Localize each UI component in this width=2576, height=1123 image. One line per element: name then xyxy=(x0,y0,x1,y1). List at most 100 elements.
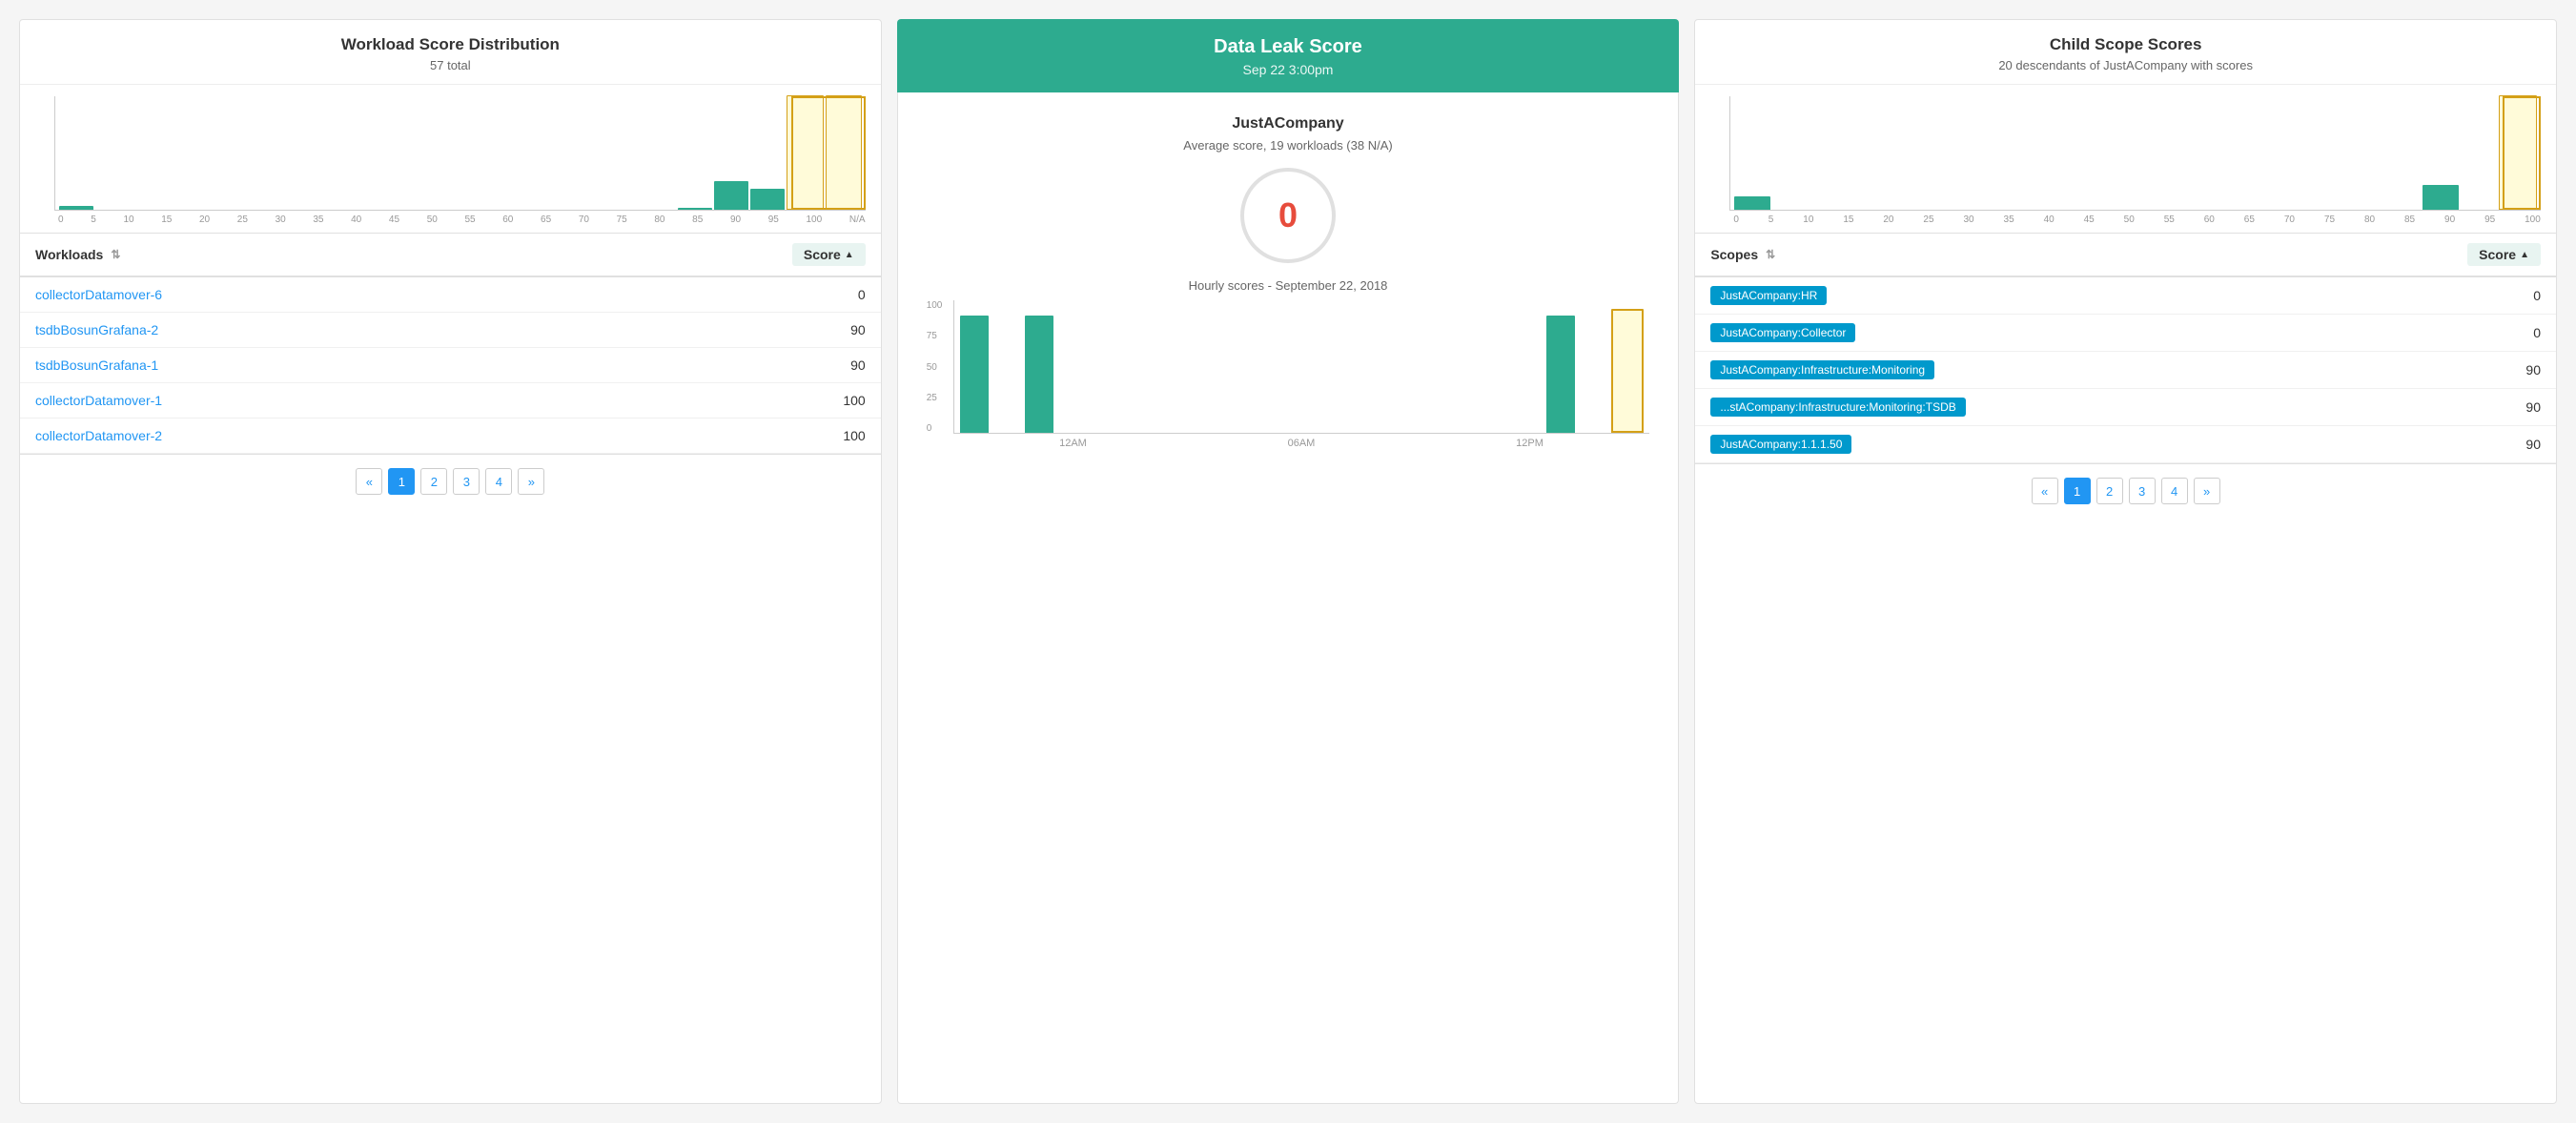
right-page-button-3[interactable]: 3 xyxy=(2129,478,2156,504)
right-dist-x-labels: 0510152025303540455055606570758085909510… xyxy=(1729,214,2541,225)
right-prev-page-button[interactable]: « xyxy=(2032,478,2058,504)
company-desc: Average score, 19 workloads (38 N/A) xyxy=(1183,138,1392,153)
scope-score: 90 xyxy=(2525,362,2541,378)
scopes-col-header[interactable]: Scopes ⇅ xyxy=(1710,247,1775,262)
dist-bar[interactable] xyxy=(750,189,785,210)
right-page-button-4[interactable]: 4 xyxy=(2161,478,2188,504)
right-next-page-button[interactable]: » xyxy=(2194,478,2220,504)
scope-table-row[interactable]: JustACompany:1.1.1.50 90 xyxy=(1695,426,2556,463)
company-name: JustACompany xyxy=(1232,115,1343,133)
hourly-y-labels: 100 75 50 25 0 xyxy=(927,300,943,434)
scope-score: 90 xyxy=(2525,399,2541,415)
hourly-bar[interactable] xyxy=(1611,309,1644,433)
right-page-button-2[interactable]: 2 xyxy=(2096,478,2123,504)
workloads-table: Workloads ⇅ Score ▲ collectorDatamover-6… xyxy=(20,233,881,454)
dist-bar[interactable] xyxy=(787,95,823,210)
scope-table-row[interactable]: ...stACompany:Infrastructure:Monitoring:… xyxy=(1695,389,2556,426)
table-row[interactable]: collectorDatamover-1 100 xyxy=(20,383,881,419)
right-score-sort-icon: ▲ xyxy=(2520,250,2529,260)
child-scope-scores-panel: Child Scope Scores 20 descendants of Jus… xyxy=(1694,19,2557,1104)
left-dist-x-labels: 0510152025303540455055606570758085909510… xyxy=(54,214,866,225)
workloads-table-header: Workloads ⇅ Score ▲ xyxy=(20,233,881,277)
hourly-bar[interactable] xyxy=(1546,316,1575,434)
scope-pill[interactable]: ...stACompany:Infrastructure:Monitoring:… xyxy=(1710,398,1965,417)
scope-pill-wrapper[interactable]: JustACompany:HR xyxy=(1710,286,1827,305)
workloads-col-header[interactable]: Workloads ⇅ xyxy=(35,247,120,262)
right-score-col-header[interactable]: Score ▲ xyxy=(2467,243,2541,266)
right-dist-bar[interactable] xyxy=(2499,95,2537,210)
middle-panel-header: Data Leak Score Sep 22 3:00pm xyxy=(897,19,1680,92)
scope-pill-wrapper[interactable]: JustACompany:Collector xyxy=(1710,323,1855,342)
score-value: 0 xyxy=(1278,195,1298,235)
left-dist-chart[interactable] xyxy=(54,96,866,211)
scope-pill[interactable]: JustACompany:HR xyxy=(1710,286,1827,305)
score-col-header[interactable]: Score ▲ xyxy=(792,243,866,266)
workload-name[interactable]: collectorDatamover-6 xyxy=(35,287,162,302)
dist-bar[interactable] xyxy=(714,181,748,210)
scopes-table-body: JustACompany:HR 0 JustACompany:Collector… xyxy=(1695,277,2556,463)
scope-score: 90 xyxy=(2525,437,2541,452)
scope-pill-wrapper[interactable]: ...stACompany:Infrastructure:Monitoring:… xyxy=(1710,398,1965,417)
prev-page-button[interactable]: « xyxy=(356,468,382,495)
dist-bar[interactable] xyxy=(678,208,712,210)
left-panel-header: Workload Score Distribution 57 total xyxy=(20,20,881,85)
score-circle: 0 xyxy=(1240,168,1336,263)
page-button-1[interactable]: 1 xyxy=(388,468,415,495)
hourly-bar[interactable] xyxy=(1025,316,1053,434)
data-leak-title: Data Leak Score xyxy=(916,36,1661,58)
page-button-2[interactable]: 2 xyxy=(420,468,447,495)
workload-name[interactable]: tsdbBosunGrafana-2 xyxy=(35,322,158,337)
left-panel-title: Workload Score Distribution xyxy=(39,35,862,54)
workload-distribution-panel: Workload Score Distribution 57 total 051… xyxy=(19,19,882,1104)
left-panel-subtitle: 57 total xyxy=(39,58,862,72)
table-row[interactable]: collectorDatamover-2 100 xyxy=(20,419,881,454)
scopes-sort-icon[interactable]: ⇅ xyxy=(1766,248,1775,261)
right-pagination: «1234» xyxy=(1695,463,2556,518)
workloads-sort-icon[interactable]: ⇅ xyxy=(111,248,120,261)
dist-bar[interactable] xyxy=(826,95,862,210)
right-page-button-1[interactable]: 1 xyxy=(2064,478,2091,504)
workload-name[interactable]: tsdbBosunGrafana-1 xyxy=(35,357,158,373)
hourly-bar-chart[interactable] xyxy=(953,300,1650,434)
score-sort-icon: ▲ xyxy=(845,250,854,260)
scope-score: 0 xyxy=(2533,325,2541,340)
hourly-chart-wrapper: 100 75 50 25 0 12AM06AM12PM xyxy=(917,300,1660,449)
scope-pill[interactable]: JustACompany:Infrastructure:Monitoring xyxy=(1710,360,1934,379)
scope-table-row[interactable]: JustACompany:HR 0 xyxy=(1695,277,2556,315)
workload-score: 100 xyxy=(843,428,865,443)
right-dist-bar[interactable] xyxy=(2423,185,2459,210)
left-dist-chart-area: 0510152025303540455055606570758085909510… xyxy=(20,85,881,225)
right-dist-bar[interactable] xyxy=(1734,196,1770,210)
scope-pill-wrapper[interactable]: JustACompany:Infrastructure:Monitoring xyxy=(1710,360,1934,379)
page-button-4[interactable]: 4 xyxy=(485,468,512,495)
workload-score: 100 xyxy=(843,393,865,408)
right-dist-chart[interactable] xyxy=(1729,96,2541,211)
hourly-bar[interactable] xyxy=(960,316,989,434)
workload-name[interactable]: collectorDatamover-1 xyxy=(35,393,162,408)
workload-name[interactable]: collectorDatamover-2 xyxy=(35,428,162,443)
table-row[interactable]: tsdbBosunGrafana-1 90 xyxy=(20,348,881,383)
right-dist-chart-area: 0510152025303540455055606570758085909510… xyxy=(1695,85,2556,225)
table-row[interactable]: collectorDatamover-6 0 xyxy=(20,277,881,313)
scopes-table-header: Scopes ⇅ Score ▲ xyxy=(1695,233,2556,277)
middle-panel-body: JustACompany Average score, 19 workloads… xyxy=(897,92,1680,1104)
workload-score: 90 xyxy=(850,357,866,373)
next-page-button[interactable]: » xyxy=(518,468,544,495)
page-button-3[interactable]: 3 xyxy=(453,468,480,495)
data-leak-score-panel: Data Leak Score Sep 22 3:00pm JustACompa… xyxy=(897,19,1680,1104)
scope-table-row[interactable]: JustACompany:Collector 0 xyxy=(1695,315,2556,352)
scopes-table: Scopes ⇅ Score ▲ JustACompany:HR 0 JustA… xyxy=(1695,233,2556,463)
table-row[interactable]: tsdbBosunGrafana-2 90 xyxy=(20,313,881,348)
dist-bar[interactable] xyxy=(59,206,93,210)
workload-score: 90 xyxy=(850,322,866,337)
scope-pill[interactable]: JustACompany:1.1.1.50 xyxy=(1710,435,1851,454)
scope-score: 0 xyxy=(2533,288,2541,303)
workloads-table-body: collectorDatamover-6 0 tsdbBosunGrafana-… xyxy=(20,277,881,454)
scope-pill[interactable]: JustACompany:Collector xyxy=(1710,323,1855,342)
data-leak-subtitle: Sep 22 3:00pm xyxy=(916,62,1661,77)
right-panel-subtitle: 20 descendants of JustACompany with scor… xyxy=(1714,58,2537,72)
scope-pill-wrapper[interactable]: JustACompany:1.1.1.50 xyxy=(1710,435,1851,454)
hourly-x-labels: 12AM06AM12PM xyxy=(953,438,1650,449)
hourly-title: Hourly scores - September 22, 2018 xyxy=(1189,278,1388,293)
scope-table-row[interactable]: JustACompany:Infrastructure:Monitoring 9… xyxy=(1695,352,2556,389)
